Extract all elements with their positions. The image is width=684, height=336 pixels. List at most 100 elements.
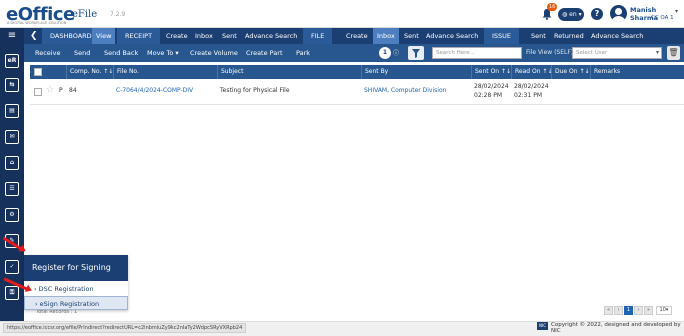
notification-count-badge: 16 xyxy=(547,3,558,11)
nav-issue[interactable]: ISSUE xyxy=(484,28,520,44)
table-row[interactable]: ☆ P 84 C-7064/4/2024-COMP-DIV Testing fo… xyxy=(30,79,684,105)
select-user-dropdown[interactable]: Select User ▾ xyxy=(572,47,662,59)
esign-registration-label: eSign Registration xyxy=(39,300,100,308)
prev-page-icon[interactable]: ‹ xyxy=(614,306,623,315)
app-header: eOffice A DIGITAL WORKPLACE SOLUTION eFi… xyxy=(0,0,684,28)
nav-receipt-advance-search[interactable]: Advance Search xyxy=(245,28,297,44)
column-label: Due On xyxy=(555,68,578,75)
nav-receipt-sent[interactable]: Sent xyxy=(222,28,237,44)
certificate-icon[interactable]: ✓ xyxy=(5,260,19,274)
filter-icon[interactable] xyxy=(408,46,424,60)
column-label: Read On xyxy=(515,68,541,75)
nav-receipt[interactable]: RECEIPT xyxy=(117,28,161,44)
column-label: Sent On xyxy=(475,68,500,75)
page-size-select[interactable]: 10▾ xyxy=(656,306,672,315)
file-no-link[interactable]: C-7064/4/2024-COMP-DIV xyxy=(116,87,193,94)
file-icon[interactable]: eR xyxy=(5,54,19,68)
column-sent-by[interactable]: Sent By xyxy=(361,65,388,79)
receive-button[interactable]: Receive xyxy=(35,44,60,62)
column-label: Comp. No. xyxy=(70,68,102,75)
logo-tagline: A DIGITAL WORKPLACE SOLUTION xyxy=(7,21,67,25)
star-icon[interactable]: ☆ xyxy=(46,85,54,95)
nav-scroll-left-icon[interactable]: ❮ xyxy=(30,28,38,44)
sent-on-time: 02:28 PM xyxy=(474,92,502,99)
nav-file-create[interactable]: Create xyxy=(346,28,368,44)
nav-file-sent[interactable]: Sent xyxy=(404,28,419,44)
module-nav: ≡ ❮ DASHBOARD View RECEIPT Create Inbox … xyxy=(0,28,684,69)
sent-by-link[interactable]: SHIVAM, Computer Division xyxy=(364,87,446,94)
avatar[interactable] xyxy=(610,5,627,22)
select-user-placeholder: Select User xyxy=(576,50,608,56)
table-header: Comp. No. ↑↓ File No. Subject Sent By Se… xyxy=(30,65,684,79)
document-icon[interactable]: ▤ xyxy=(5,104,19,118)
help-icon[interactable]: ? xyxy=(591,8,603,20)
search-dropdown-icon[interactable]: ▾ xyxy=(513,49,516,56)
key-icon[interactable]: ⚿ xyxy=(5,286,19,300)
column-due-on[interactable]: Due On ↑↓ xyxy=(551,65,590,79)
home-icon[interactable]: ⌂ xyxy=(5,156,19,170)
left-sidebar: eR ⇆ ▤ ✉ ⌂ ☰ ⚙ ✎ ✓ ⚿ xyxy=(0,44,24,336)
nav-issue-returned[interactable]: Returned xyxy=(554,28,584,44)
first-page-icon[interactable]: « xyxy=(604,306,613,315)
park-button[interactable]: Park xyxy=(296,44,310,62)
send-button[interactable]: Send xyxy=(74,44,90,62)
register-for-signing-menu[interactable]: Register for Signing xyxy=(24,255,128,281)
chevron-down-icon: ▾ xyxy=(655,49,659,56)
create-part-button[interactable]: Create Part xyxy=(246,44,283,62)
search-input[interactable]: Search Here... xyxy=(432,47,522,59)
column-file-no[interactable]: File No. xyxy=(113,65,139,79)
current-page[interactable]: 1 xyxy=(624,306,633,315)
file-view-label: File View (SELF) xyxy=(526,49,574,56)
esign-registration-item[interactable]: › eSign Registration xyxy=(24,296,128,310)
nav-file-inbox[interactable]: Inbox xyxy=(373,28,399,44)
row-checkbox[interactable] xyxy=(34,88,42,96)
chevron-down-icon[interactable]: ▾ xyxy=(675,8,678,15)
nav-receipt-inbox[interactable]: Inbox xyxy=(195,28,213,44)
last-page-icon[interactable]: » xyxy=(644,306,653,315)
file-view-selector[interactable]: File View (SELF) xyxy=(526,44,573,62)
column-sent-on[interactable]: Sent On ↑↓ xyxy=(471,65,511,79)
nav-receipt-create[interactable]: Create xyxy=(166,28,188,44)
nav-issue-advance-search[interactable]: Advance Search xyxy=(591,28,643,44)
column-comp-no[interactable]: Comp. No. ↑↓ xyxy=(66,65,113,79)
column-remarks[interactable]: Remarks xyxy=(590,65,620,79)
select-all-checkbox[interactable] xyxy=(34,68,42,76)
move-to-button[interactable]: Move To ▾ xyxy=(147,44,179,62)
status-url: https://eoffice.iccsr.org/efile/PrIndire… xyxy=(3,323,247,333)
subject-cell[interactable]: Testing for Physical File xyxy=(220,87,290,94)
next-page-icon[interactable]: › xyxy=(634,306,643,315)
copyright-text: Copyright © 2022, designed and developed… xyxy=(551,322,681,334)
read-on-time: 02:31 PM xyxy=(514,92,542,99)
sent-on-date: 28/02/2024 xyxy=(474,83,509,90)
column-read-on[interactable]: Read On ↑↓ xyxy=(511,65,552,79)
trash-icon[interactable]: 🗑 xyxy=(667,46,680,60)
user-settings-icon[interactable]: ⚙ xyxy=(5,208,19,222)
info-icon: ⓘ xyxy=(393,50,400,57)
action-toolbar: Receive Send Send Back Move To ▾ Create … xyxy=(24,44,684,62)
signing-flyout-menu: Register for Signing › DSC Registration … xyxy=(24,255,128,310)
nav-view[interactable]: View xyxy=(92,28,116,44)
move-to-label: Move To xyxy=(147,49,174,57)
report-icon[interactable]: ☰ xyxy=(5,182,19,196)
nav-file[interactable]: FILE xyxy=(303,28,333,44)
send-back-button[interactable]: Send Back xyxy=(104,44,138,62)
app-version: 7.2.9 xyxy=(110,11,126,18)
dsc-registration-item[interactable]: › DSC Registration xyxy=(24,282,128,296)
column-subject[interactable]: Subject xyxy=(217,65,243,79)
read-on-date: 28/02/2024 xyxy=(514,83,549,90)
language-selector[interactable]: ◍ en ▾ xyxy=(558,8,584,21)
nic-logo: NIC xyxy=(537,322,548,330)
create-volume-button[interactable]: Create Volume xyxy=(190,44,238,62)
menu-icon[interactable]: ≡ xyxy=(0,28,24,44)
comp-no-cell: 84 xyxy=(69,87,77,94)
user-role: CC OA 1 xyxy=(651,15,674,21)
selected-count-badge: 1 xyxy=(379,47,391,59)
page-size-value: 10 xyxy=(659,307,666,313)
language-label: en xyxy=(569,11,577,18)
nav-issue-sent[interactable]: Sent xyxy=(531,28,546,44)
nav-file-advance-search[interactable]: Advance Search xyxy=(426,28,478,44)
inbox-icon[interactable]: ⇆ xyxy=(5,78,19,92)
app-title: eFile xyxy=(72,9,98,20)
dsc-registration-label: DSC Registration xyxy=(38,285,94,293)
mail-icon[interactable]: ✉ xyxy=(5,130,19,144)
